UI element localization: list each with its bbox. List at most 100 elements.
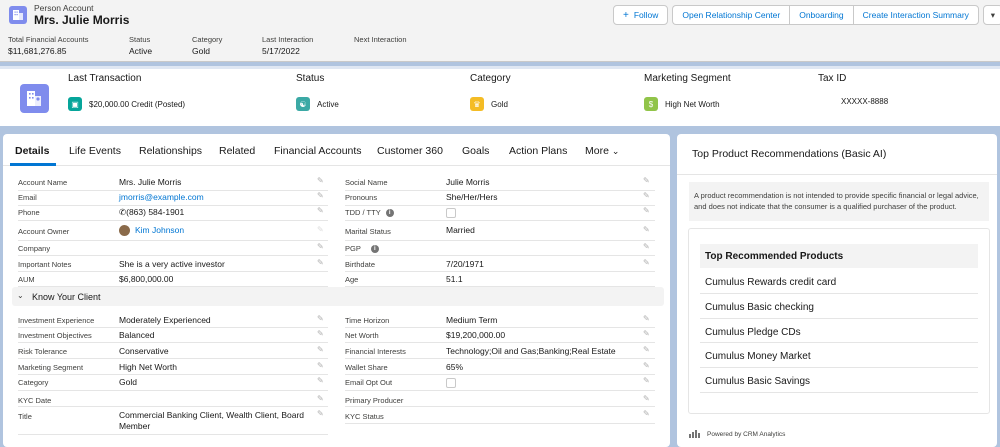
tab-life-events[interactable]: Life Events bbox=[69, 145, 121, 157]
account-name-value: Mrs. Julie Morris bbox=[119, 177, 182, 187]
more-actions-dropdown[interactable]: ▾ bbox=[982, 5, 1000, 25]
edit-pencil-icon[interactable]: ✎ bbox=[643, 206, 651, 215]
handshake-icon: ☯ bbox=[296, 97, 310, 111]
tab-related[interactable]: Related bbox=[219, 145, 255, 157]
field-divider bbox=[18, 358, 328, 359]
account-summary-strip: Last Transaction ▣ $20,000.00 Credit (Pos… bbox=[0, 66, 1000, 126]
edit-pencil-icon[interactable]: ✎ bbox=[643, 409, 651, 418]
field-divider bbox=[345, 390, 655, 391]
field-label: Email bbox=[18, 193, 37, 202]
edit-pencil-icon[interactable]: ✎ bbox=[317, 394, 325, 403]
edit-pencil-icon[interactable]: ✎ bbox=[643, 361, 651, 370]
field-divider bbox=[18, 406, 328, 407]
info-icon[interactable]: i bbox=[370, 245, 379, 254]
edit-pencil-icon[interactable]: ✎ bbox=[643, 258, 651, 267]
tab-more[interactable]: More ⌄ bbox=[585, 145, 619, 157]
field-label: Birthdate bbox=[345, 260, 376, 269]
edit-pencil-icon[interactable]: ✎ bbox=[317, 206, 325, 215]
marital-status-value: Married bbox=[446, 225, 475, 235]
summary-label: Last Transaction bbox=[68, 73, 142, 84]
title-value-continued: Member bbox=[119, 421, 151, 431]
edit-pencil-icon[interactable]: ✎ bbox=[643, 191, 651, 200]
edit-pencil-icon[interactable]: ✎ bbox=[317, 258, 325, 267]
edit-pencil-icon[interactable]: ✎ bbox=[317, 242, 325, 251]
edit-pencil-icon[interactable]: ✎ bbox=[643, 242, 651, 251]
tab-financial-accounts[interactable]: Financial Accounts bbox=[274, 145, 362, 157]
field-divider bbox=[18, 205, 328, 206]
tdd-label: TDD / TTY bbox=[345, 208, 381, 217]
edit-pencil-icon[interactable]: ✎ bbox=[317, 329, 325, 338]
field-divider bbox=[345, 374, 655, 375]
edit-pencil-icon[interactable]: ✎ bbox=[317, 361, 325, 370]
edit-pencil-icon[interactable]: ✎ bbox=[317, 191, 325, 200]
follow-button[interactable]: + Follow bbox=[613, 5, 669, 25]
list-divider bbox=[700, 342, 978, 343]
recommended-product-item[interactable]: Cumulus Money Market bbox=[705, 351, 811, 362]
list-divider bbox=[700, 367, 978, 368]
open-relationship-center-button[interactable]: Open Relationship Center bbox=[672, 5, 790, 25]
change-owner-icon[interactable]: ✎ bbox=[317, 225, 325, 234]
field-divider bbox=[345, 240, 655, 241]
edit-pencil-icon[interactable]: ✎ bbox=[643, 329, 651, 338]
edit-pencil-icon[interactable]: ✎ bbox=[643, 176, 651, 185]
edit-pencil-icon[interactable]: ✎ bbox=[317, 345, 325, 354]
edit-pencil-icon[interactable]: ✎ bbox=[317, 176, 325, 185]
recommended-product-item[interactable]: Cumulus Basic Savings bbox=[705, 376, 810, 387]
marketing-segment-value: High Net Worth bbox=[119, 362, 177, 372]
highlight-label: Status bbox=[129, 35, 151, 44]
field-divider bbox=[345, 255, 655, 256]
field-divider bbox=[345, 342, 655, 343]
edit-pencil-icon[interactable]: ✎ bbox=[643, 394, 651, 403]
pgp-label: PGP bbox=[345, 244, 361, 253]
field-divider bbox=[345, 406, 655, 407]
edit-pencil-icon[interactable]: ✎ bbox=[317, 314, 325, 323]
tab-goals[interactable]: Goals bbox=[462, 145, 489, 157]
phone-value[interactable]: ✆(863) 584-1901 bbox=[119, 207, 184, 218]
product-recommendations-card: Top Product Recommendations (Basic AI) A… bbox=[677, 134, 997, 447]
tdd-tty-checkbox bbox=[446, 208, 456, 218]
highlight-label: Next Interaction bbox=[354, 35, 407, 44]
edit-pencil-icon[interactable]: ✎ bbox=[317, 409, 325, 418]
section-title: Know Your Client bbox=[32, 292, 101, 302]
field-label: AUM bbox=[18, 275, 35, 284]
recommended-product-item[interactable]: Cumulus Basic checking bbox=[705, 302, 814, 313]
record-header: Person Account Mrs. Julie Morris + Follow… bbox=[0, 0, 1000, 62]
recommended-product-item[interactable]: Cumulus Rewards credit card bbox=[705, 277, 836, 288]
chevron-down-icon: ▾ bbox=[990, 9, 996, 20]
summary-label: Category bbox=[470, 73, 511, 84]
highlight-value: $11,681,276.85 bbox=[8, 46, 67, 56]
recommended-product-item[interactable]: Cumulus Pledge CDs bbox=[705, 327, 801, 338]
edit-pencil-icon[interactable]: ✎ bbox=[643, 314, 651, 323]
plus-icon: + bbox=[623, 9, 629, 21]
know-your-client-section-header[interactable]: ⌄ Know Your Client bbox=[12, 287, 664, 306]
create-interaction-summary-button[interactable]: Create Interaction Summary bbox=[852, 5, 979, 25]
time-horizon-value: Medium Term bbox=[446, 315, 498, 325]
field-divider bbox=[18, 390, 328, 391]
highlight-label: Last Interaction bbox=[262, 35, 314, 44]
edit-pencil-icon[interactable]: ✎ bbox=[643, 225, 651, 234]
onboarding-button[interactable]: Onboarding bbox=[789, 5, 853, 25]
summary-value: Gold bbox=[491, 99, 508, 109]
edit-pencil-icon[interactable]: ✎ bbox=[643, 376, 651, 385]
owner-name: Kim Johnson bbox=[135, 225, 185, 235]
account-owner-link[interactable]: Kim Johnson bbox=[119, 225, 185, 237]
edit-pencil-icon[interactable]: ✎ bbox=[317, 376, 325, 385]
list-divider bbox=[700, 392, 978, 393]
tab-action-plans[interactable]: Action Plans bbox=[509, 145, 567, 157]
tab-customer-360[interactable]: Customer 360 bbox=[377, 145, 443, 157]
tab-details[interactable]: Details bbox=[15, 145, 49, 157]
header-actions: + Follow Open Relationship Center Onboard… bbox=[613, 5, 1000, 25]
field-label: Important Notes bbox=[18, 260, 72, 269]
field-label: Social Name bbox=[345, 178, 388, 187]
tab-relationships[interactable]: Relationships bbox=[139, 145, 202, 157]
field-label: Financial Interests bbox=[345, 347, 406, 356]
tab-more-label: More bbox=[585, 145, 609, 157]
field-label: Account Name bbox=[18, 178, 68, 187]
info-icon[interactable]: i bbox=[385, 209, 394, 218]
phone-number: (863) 584-1901 bbox=[126, 207, 185, 217]
title-value: Commercial Banking Client, Wealth Client… bbox=[119, 410, 305, 420]
edit-pencil-icon[interactable]: ✎ bbox=[643, 345, 651, 354]
email-link[interactable]: jmorris@example.com bbox=[119, 192, 204, 202]
field-divider bbox=[345, 327, 655, 328]
important-notes-value: She is a very active investor bbox=[119, 259, 225, 269]
